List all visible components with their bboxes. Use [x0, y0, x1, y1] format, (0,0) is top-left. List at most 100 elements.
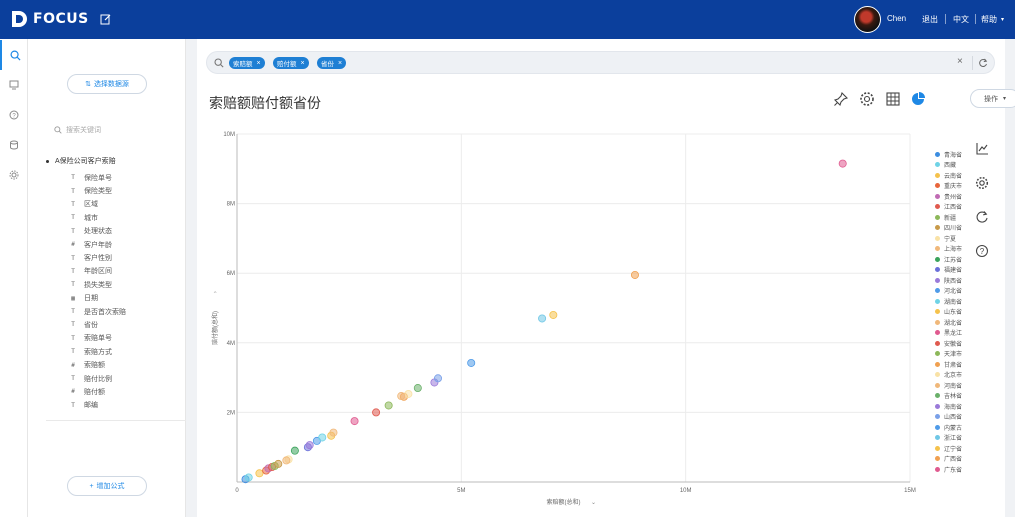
- field-item[interactable]: # 客户年龄: [69, 238, 126, 251]
- avatar[interactable]: [854, 6, 881, 33]
- axis-settings-button[interactable]: [972, 139, 992, 159]
- data-source-label: A保险公司客户索赔: [55, 158, 116, 165]
- field-item[interactable]: T 保险单号: [69, 171, 126, 184]
- legend-item[interactable]: 江苏省: [935, 254, 962, 265]
- legend-item[interactable]: 贵州省: [935, 191, 962, 202]
- field-item[interactable]: T 邮编: [69, 399, 126, 412]
- legend-item[interactable]: 广西省: [935, 454, 962, 465]
- field-item[interactable]: T 城市: [69, 211, 126, 224]
- language-link[interactable]: 中文: [953, 14, 969, 25]
- legend-label: 辽宁省: [944, 446, 963, 453]
- legend-item[interactable]: 山西省: [935, 412, 962, 423]
- field-item[interactable]: T 区域: [69, 198, 126, 211]
- legend-item[interactable]: 广东省: [935, 464, 962, 475]
- field-item[interactable]: T 客户性别: [69, 251, 126, 264]
- legend-item[interactable]: 新疆: [935, 212, 962, 223]
- legend-item[interactable]: 江西省: [935, 202, 962, 213]
- legend-item[interactable]: 河南省: [935, 380, 962, 391]
- field-item[interactable]: # 索赔额: [69, 358, 126, 371]
- legend-item[interactable]: 湖北省: [935, 317, 962, 328]
- refresh-icon[interactable]: [978, 58, 988, 68]
- help-link[interactable]: 帮助: [981, 14, 997, 25]
- data-point[interactable]: [404, 389, 413, 398]
- legend-item[interactable]: 北京市: [935, 370, 962, 381]
- field-item[interactable]: T 损失类型: [69, 278, 126, 291]
- select-data-source-button[interactable]: ⇅ 选择数据源: [67, 74, 147, 94]
- legend-item[interactable]: 辽宁省: [935, 443, 962, 454]
- data-source-root[interactable]: A保险公司客户索赔: [46, 156, 116, 166]
- legend-item[interactable]: 西藏: [935, 160, 962, 171]
- rail-dashboard[interactable]: [0, 70, 28, 100]
- legend-label: 福建省: [944, 268, 963, 275]
- legend-item[interactable]: 陕西省: [935, 275, 962, 286]
- help-dropdown-icon[interactable]: ▾: [1001, 16, 1004, 23]
- field-item[interactable]: T 索赔方式: [69, 345, 126, 358]
- legend-item[interactable]: 重庆市: [935, 181, 962, 192]
- legend-item[interactable]: 福建省: [935, 265, 962, 276]
- legend-item[interactable]: 宁夏: [935, 233, 962, 244]
- logout-link[interactable]: 退出: [922, 14, 938, 25]
- data-point[interactable]: [372, 408, 381, 417]
- rail-search[interactable]: [0, 40, 28, 70]
- legend-item[interactable]: 海南省: [935, 401, 962, 412]
- data-point[interactable]: [350, 417, 359, 426]
- field-item[interactable]: T 是否首次索赔: [69, 305, 126, 318]
- legend-item[interactable]: 湖南省: [935, 296, 962, 307]
- data-point[interactable]: [255, 469, 264, 478]
- rail-settings[interactable]: [0, 160, 28, 190]
- legend-item[interactable]: 河北省: [935, 286, 962, 297]
- data-point[interactable]: [318, 433, 327, 442]
- text-field-icon: T: [71, 375, 75, 383]
- legend-item[interactable]: 甘肃省: [935, 359, 962, 370]
- chart-refresh-button[interactable]: [972, 207, 992, 227]
- edit-icon[interactable]: [100, 13, 112, 25]
- field-item[interactable]: T 保险类型: [69, 184, 126, 197]
- data-point[interactable]: [282, 456, 291, 465]
- field-item[interactable]: # 赔付额: [69, 385, 126, 398]
- legend-item[interactable]: 上海市: [935, 244, 962, 255]
- legend-item[interactable]: 天津市: [935, 349, 962, 360]
- data-point[interactable]: [329, 428, 338, 437]
- svg-text:?: ?: [980, 247, 985, 256]
- field-item[interactable]: T 索赔单号: [69, 332, 126, 345]
- clear-search-icon[interactable]: ×: [957, 56, 963, 67]
- field-item[interactable]: T 处理状态: [69, 225, 126, 238]
- data-point[interactable]: [434, 374, 443, 383]
- operate-dropdown[interactable]: 操作 ▾: [970, 89, 1015, 108]
- legend-swatch: [935, 330, 940, 336]
- data-point[interactable]: [538, 314, 547, 323]
- rail-help[interactable]: ?: [0, 100, 28, 130]
- legend-item[interactable]: 青海省: [935, 149, 962, 160]
- app-logo[interactable]: FOCUS: [10, 10, 89, 28]
- data-point[interactable]: [397, 392, 406, 401]
- field-item[interactable]: T 省份: [69, 318, 126, 331]
- legend-item[interactable]: 浙江省: [935, 433, 962, 444]
- field-item[interactable]: T 年龄区间: [69, 265, 126, 278]
- data-point[interactable]: [413, 384, 422, 393]
- legend-item[interactable]: 吉林省: [935, 391, 962, 402]
- rail-database[interactable]: [0, 130, 28, 160]
- legend-item[interactable]: 安徽省: [935, 338, 962, 349]
- chart-settings-button[interactable]: [972, 173, 992, 193]
- legend-swatch: [935, 340, 940, 346]
- field-item[interactable]: T 赔付比例: [69, 372, 126, 385]
- legend-item[interactable]: 山东省: [935, 307, 962, 318]
- data-point[interactable]: [274, 459, 283, 468]
- user-name[interactable]: Chen: [887, 14, 906, 23]
- legend-item[interactable]: 四川省: [935, 223, 962, 234]
- chart-help-button[interactable]: ?: [972, 241, 992, 261]
- data-point[interactable]: [290, 446, 299, 455]
- data-point[interactable]: [305, 441, 314, 450]
- data-point[interactable]: [384, 401, 393, 410]
- legend-item[interactable]: 黑龙江: [935, 328, 962, 339]
- data-point[interactable]: [549, 310, 558, 319]
- legend-item[interactable]: 云南省: [935, 170, 962, 181]
- field-item[interactable]: ▦ 日期: [69, 292, 126, 305]
- data-point[interactable]: [467, 358, 476, 367]
- field-search-input[interactable]: 搜索关键词: [54, 123, 180, 137]
- data-point[interactable]: [630, 270, 639, 279]
- add-formula-button[interactable]: + 增加公式: [67, 476, 147, 496]
- legend-item[interactable]: 内蒙古: [935, 422, 962, 433]
- data-point[interactable]: [838, 159, 847, 168]
- data-point[interactable]: [244, 473, 253, 482]
